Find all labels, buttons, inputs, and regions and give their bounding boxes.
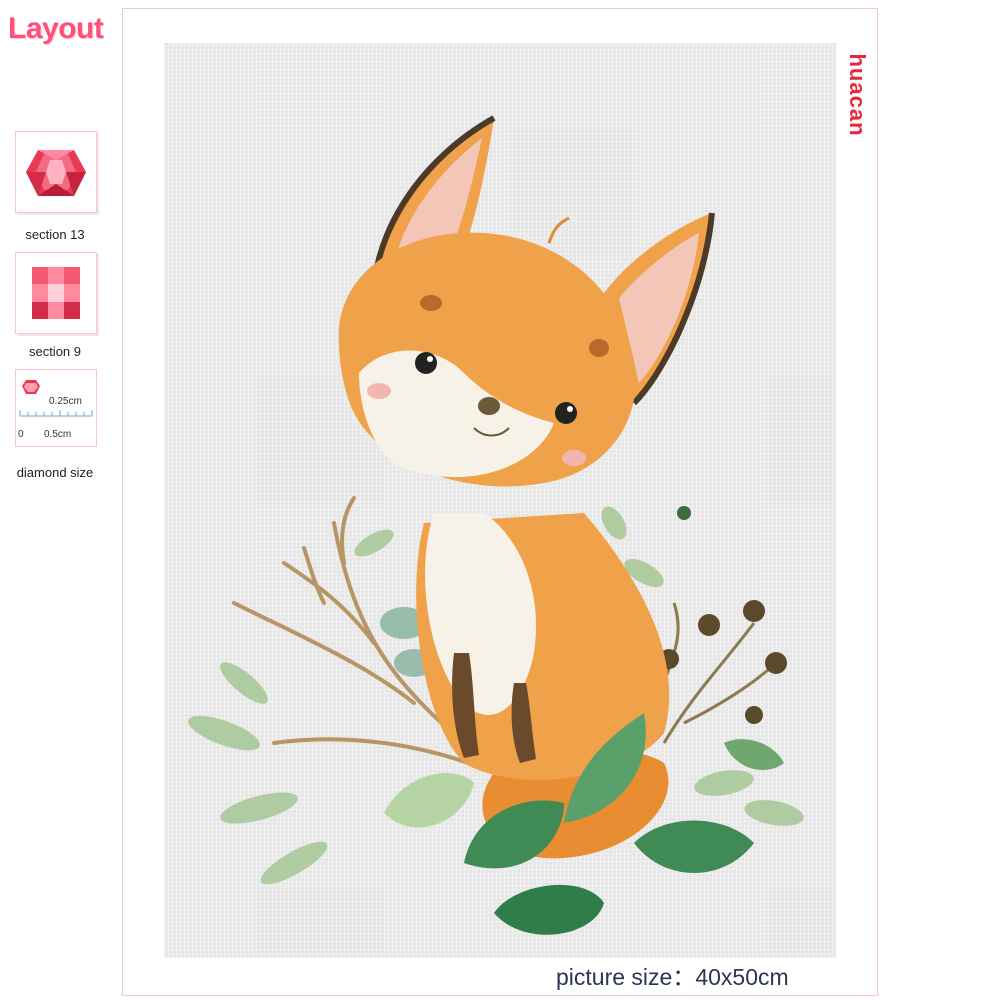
fox-illustration xyxy=(188,115,804,935)
drill-size-label: 0.25cm xyxy=(49,396,82,407)
ruler-start-label: 0 xyxy=(18,429,24,440)
diamond-size-label: diamond size xyxy=(16,465,94,480)
layout-title: Layout xyxy=(8,12,104,45)
ruler-end-label: 0.5cm xyxy=(44,429,72,440)
artwork-canvas xyxy=(164,43,836,958)
diamond-size-panel: 0.25cm 0 0.5cm xyxy=(15,369,97,447)
round-diamond-drill-icon xyxy=(26,150,86,196)
swatch-label-section-13: section 13 xyxy=(25,227,85,242)
swatch-section-9 xyxy=(15,252,97,334)
swatch-label-section-9: section 9 xyxy=(28,344,82,359)
picture-size-label: picture size：40x50cm xyxy=(556,964,789,990)
square-diamond-drill-icon xyxy=(32,267,80,319)
brand-logo: huacan xyxy=(845,53,870,137)
fox xyxy=(338,115,715,859)
swatch-section-13 xyxy=(15,131,97,213)
